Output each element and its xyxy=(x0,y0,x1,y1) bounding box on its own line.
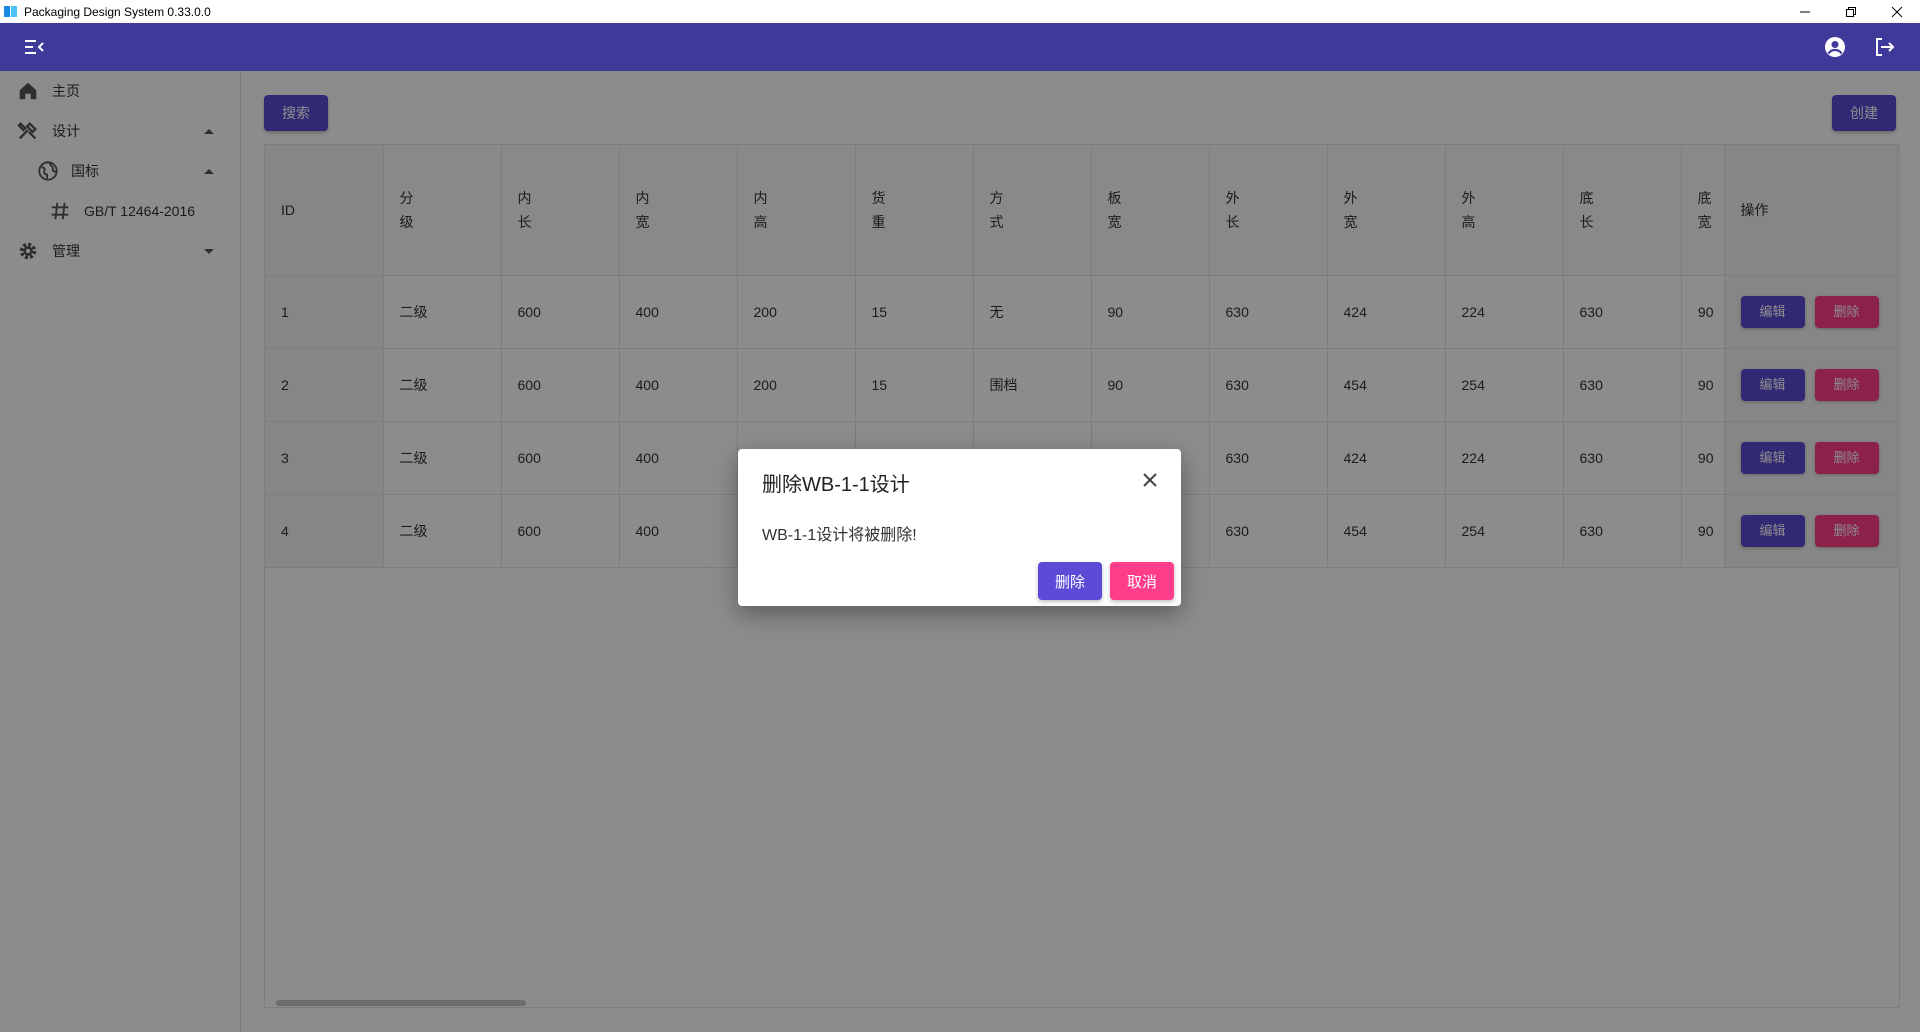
delete-dialog: 删除WB-1-1设计 WB-1-1设计将被删除! 删除 取消 xyxy=(738,449,1181,606)
restore-icon[interactable] xyxy=(1828,0,1874,23)
window-title: Packaging Design System 0.33.0.0 xyxy=(24,4,211,19)
app-bar xyxy=(0,23,1920,71)
account-circle-icon[interactable] xyxy=(1823,35,1847,59)
dialog-title: 删除WB-1-1设计 xyxy=(762,474,910,496)
dialog-message: WB-1-1设计将被删除! xyxy=(762,527,917,544)
app-logo-icon xyxy=(4,6,18,17)
minimize-icon[interactable] xyxy=(1782,0,1828,23)
logout-icon[interactable] xyxy=(1872,35,1896,59)
close-icon[interactable] xyxy=(1139,469,1161,491)
window-close-icon[interactable] xyxy=(1874,0,1920,23)
menu-collapse-icon[interactable] xyxy=(22,35,46,59)
window-controls xyxy=(1782,0,1920,23)
cancel-button[interactable]: 取消 xyxy=(1110,562,1174,600)
window-titlebar: Packaging Design System 0.33.0.0 xyxy=(0,0,1920,23)
confirm-delete-button[interactable]: 删除 xyxy=(1038,562,1102,600)
